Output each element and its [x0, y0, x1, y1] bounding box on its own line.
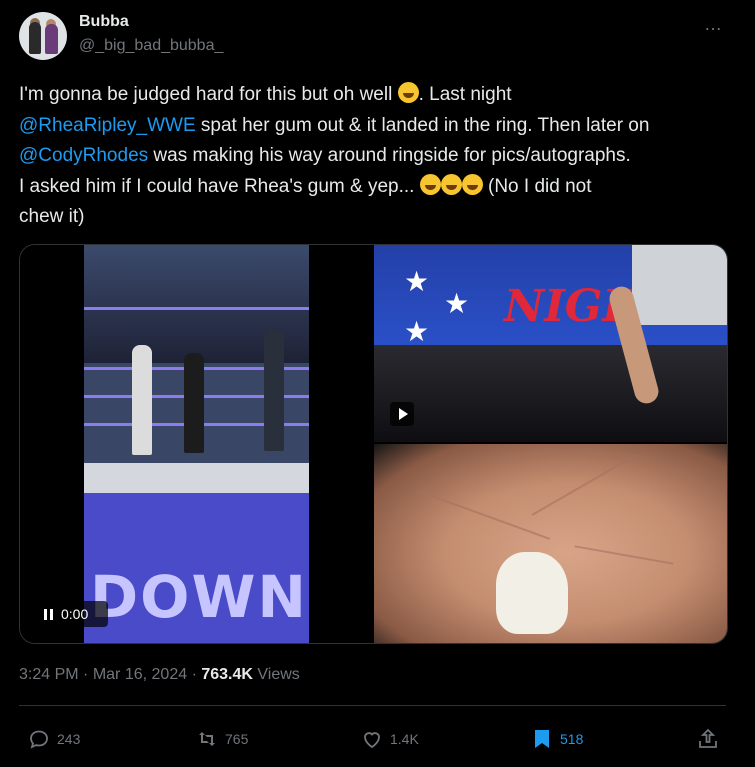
tweet-time[interactable]: 3:24 PM [19, 666, 79, 683]
tweet-meta: 3:24 PM · Mar 16, 2024 · 763.4K Views [19, 666, 300, 684]
bookmark-count: 518 [560, 731, 584, 747]
more-options-icon[interactable]: … [704, 14, 726, 34]
tweet-text-line5: chew it) [19, 206, 85, 227]
repost-count: 765 [225, 731, 249, 747]
share-button[interactable] [696, 728, 720, 750]
gum-image [496, 552, 568, 634]
video-frame: DOWN [84, 245, 309, 643]
author-handle[interactable]: @_big_bad_bubba_ [79, 37, 223, 55]
rofl-emoji-icon [440, 173, 462, 195]
like-count: 1.4K [390, 731, 419, 747]
reply-button[interactable]: 243 [27, 728, 80, 750]
tweet-text-line4b: (No I did not [482, 175, 592, 197]
reply-icon [30, 730, 48, 749]
bookmark-icon [535, 730, 549, 748]
bookmark-button[interactable]: 518 [530, 728, 583, 750]
video-player[interactable]: DOWN 0:00 [20, 245, 372, 643]
media-tile-bottom-right[interactable] [374, 444, 727, 643]
tweet-text-line1a: I'm gonna be judged hard for this but oh… [19, 84, 398, 105]
pause-button[interactable]: 0:00 [34, 601, 108, 627]
share-icon [699, 728, 717, 748]
mention-cody-rhodes[interactable]: @CodyRhodes [19, 145, 148, 166]
rofl-emoji-icon [419, 173, 441, 195]
tweet-text-line3: was making his way around ringside for p… [148, 145, 631, 166]
separator: · [191, 666, 197, 683]
heart-icon [364, 732, 380, 749]
rofl-emoji-icon [397, 82, 419, 103]
video-time: 0:00 [61, 606, 89, 622]
mention-rhea-ripley[interactable]: @RheaRipley_WWE [19, 115, 196, 136]
media-tile-top-right[interactable]: ★ ★ ★ ★ NIGHT [374, 245, 727, 442]
author-name[interactable]: Bubba [79, 13, 129, 31]
like-button[interactable]: 1.4K [360, 728, 419, 750]
play-icon[interactable] [390, 402, 414, 426]
tweet-text-line1b: . Last night [418, 84, 512, 105]
pause-icon [44, 608, 53, 620]
video-banner-text: DOWN [90, 563, 308, 631]
tweet-text: I'm gonna be judged hard for this but oh… [19, 80, 739, 233]
reply-count: 243 [57, 731, 81, 747]
media-grid: DOWN 0:00 ★ ★ ★ ★ NIGHT [19, 244, 728, 644]
avatar[interactable] [19, 12, 67, 60]
separator: · [83, 666, 89, 683]
tweet-date[interactable]: Mar 16, 2024 [93, 666, 187, 683]
views-label: Views [257, 666, 300, 683]
divider [19, 705, 726, 706]
rofl-emoji-icon [461, 173, 483, 195]
repost-icon [199, 732, 215, 746]
views-count: 763.4K [201, 666, 253, 683]
repost-button[interactable]: 765 [195, 728, 248, 750]
tweet-text-line2: spat her gum out & it landed in the ring… [195, 114, 650, 136]
tweet-text-line4: I asked him if I could have Rhea's gum &… [19, 175, 420, 197]
